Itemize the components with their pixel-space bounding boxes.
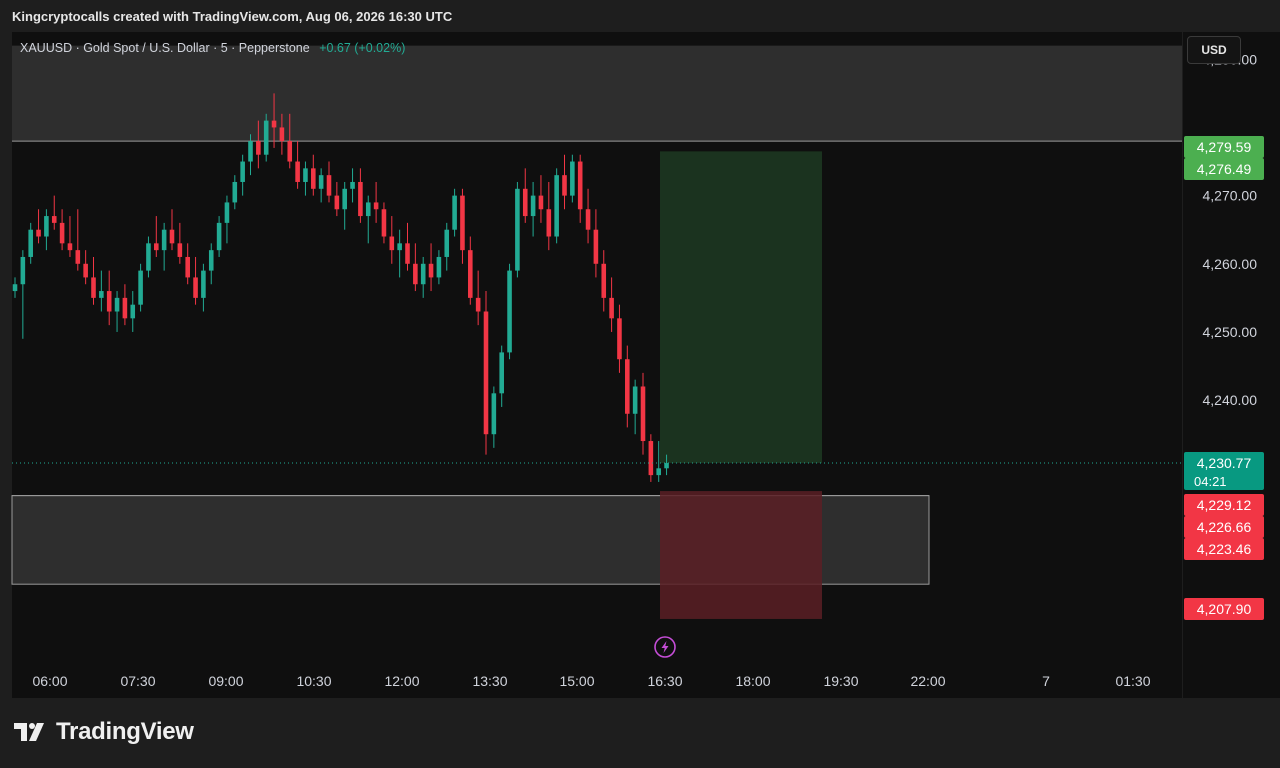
brand-name: TradingView: [56, 718, 194, 745]
brand[interactable]: TradingView: [14, 718, 194, 746]
top-bar: Kingcryptocalls created with TradingView…: [0, 0, 1280, 32]
tradingview-logo-icon: [14, 723, 44, 741]
currency-button[interactable]: USD: [1187, 36, 1241, 64]
symbol-description: XAUUSD · Gold Spot / U.S. Dollar · 5 · P…: [20, 41, 310, 55]
author-caption: Kingcryptocalls created with TradingView…: [12, 9, 453, 24]
price-change: +0.67 (+0.02%): [319, 41, 406, 55]
chart-pane[interactable]: [12, 32, 1182, 698]
price-axis[interactable]: [1183, 32, 1280, 698]
symbol-legend[interactable]: XAUUSD · Gold Spot / U.S. Dollar · 5 · P…: [20, 41, 405, 55]
